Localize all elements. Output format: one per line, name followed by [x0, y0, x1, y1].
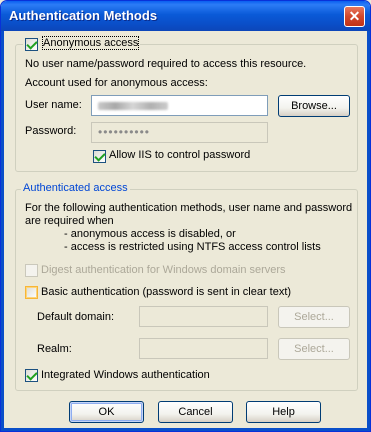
realm-select-button[interactable]: Select...	[278, 338, 350, 360]
username-input[interactable]	[91, 95, 268, 116]
password-mask: ••••••••••	[98, 125, 151, 139]
digest-auth-checkbox[interactable]	[25, 264, 38, 277]
auth-desc-bullet1: - anonymous access is disabled, or	[64, 228, 236, 240]
browse-button[interactable]: Browse...	[278, 95, 350, 117]
anonymous-access-row[interactable]: Anonymous access	[23, 36, 141, 51]
allow-iis-row[interactable]: Allow IIS to control password	[93, 149, 250, 163]
digest-auth-row[interactable]: Digest authentication for Windows domain…	[25, 264, 286, 277]
title-bar[interactable]: Authentication Methods ✕	[1, 1, 370, 31]
allow-iis-checkbox[interactable]	[93, 150, 106, 163]
anonymous-description: No user name/password required to access…	[25, 58, 307, 70]
authenticated-access-title: Authenticated access	[21, 182, 130, 194]
account-heading: Account used for anonymous access:	[25, 77, 208, 89]
basic-auth-row[interactable]: Basic authentication (password is sent i…	[25, 286, 291, 299]
allow-iis-label[interactable]: Allow IIS to control password	[109, 149, 250, 161]
auth-desc-line2: are required when	[25, 215, 114, 227]
auth-desc-line1: For the following authentication methods…	[25, 202, 353, 214]
window-border-left	[1, 31, 4, 431]
window-title: Authentication Methods	[9, 8, 158, 23]
integrated-auth-label[interactable]: Integrated Windows authentication	[41, 369, 210, 381]
username-label: User name:	[25, 99, 82, 111]
auth-desc-bullet2: - access is restricted using NTFS access…	[64, 241, 321, 253]
close-icon: ✕	[348, 8, 361, 24]
help-button[interactable]: Help	[246, 401, 321, 423]
basic-auth-checkbox[interactable]	[25, 286, 38, 299]
dialog-window: Authentication Methods ✕ Anonymous acces…	[0, 0, 371, 432]
digest-auth-label[interactable]: Digest authentication for Windows domain…	[41, 264, 286, 276]
ok-button[interactable]: OK	[69, 401, 144, 423]
realm-label: Realm:	[37, 343, 72, 355]
password-input[interactable]: ••••••••••	[91, 122, 268, 143]
anonymous-access-checkbox[interactable]	[25, 38, 38, 51]
cancel-button[interactable]: Cancel	[158, 401, 233, 423]
password-label: Password:	[25, 125, 77, 137]
integrated-auth-checkbox[interactable]	[25, 369, 38, 382]
default-domain-label: Default domain:	[37, 311, 115, 323]
realm-input[interactable]	[139, 338, 268, 359]
default-domain-input[interactable]	[139, 306, 268, 327]
integrated-auth-row[interactable]: Integrated Windows authentication	[25, 369, 210, 382]
default-domain-select-button[interactable]: Select...	[278, 306, 350, 328]
close-button[interactable]: ✕	[344, 6, 365, 27]
anonymous-access-label[interactable]: Anonymous access	[41, 36, 140, 50]
username-value-redacted	[98, 102, 168, 110]
window-border-bottom	[1, 428, 370, 431]
basic-auth-label[interactable]: Basic authentication (password is sent i…	[41, 286, 291, 298]
window-border-right	[367, 31, 370, 431]
